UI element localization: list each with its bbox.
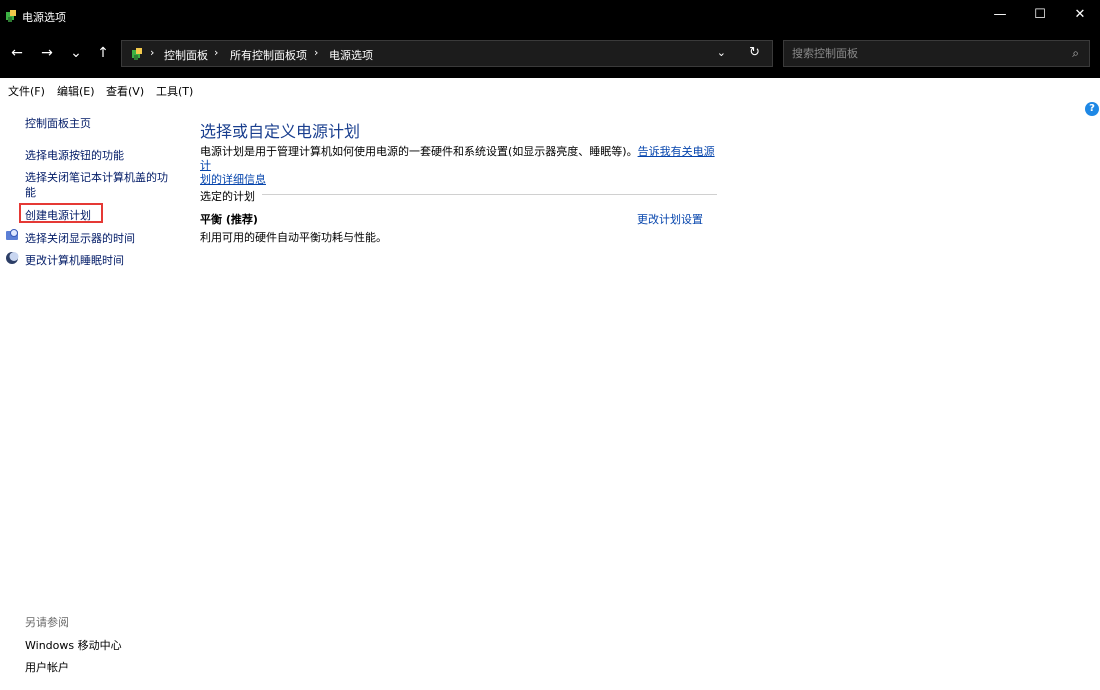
forward-button[interactable]: → (34, 40, 60, 66)
address-bar[interactable]: › 控制面板 › 所有控制面板项 › 电源选项 ⌄ ↻ (121, 40, 773, 67)
highlight-box (19, 203, 103, 223)
breadcrumb-all-items[interactable]: 所有控制面板项 (230, 47, 307, 63)
see-also-label: 另请参阅 (25, 616, 69, 629)
breadcrumb-separator: › (314, 46, 319, 59)
breadcrumb-separator: › (214, 46, 219, 59)
up-button[interactable]: ↑ (90, 40, 116, 66)
sidebar-control-panel-home[interactable]: 控制面板主页 (25, 115, 91, 131)
search-box[interactable]: ⌕ (783, 40, 1090, 67)
breadcrumb-separator: › (150, 46, 155, 59)
power-options-icon (6, 10, 16, 22)
close-button[interactable]: ✕ (1060, 0, 1100, 32)
menu-edit[interactable]: 编辑(E) (57, 83, 95, 99)
sidebar-sleep-time[interactable]: 更改计算机睡眠时间 (25, 252, 124, 268)
see-also-mobility-center[interactable]: Windows 移动中心 (25, 637, 122, 653)
sidebar-lid-close-function[interactable]: 选择关闭笔记本计算机盖的功 (25, 169, 168, 185)
control-panel-icon (132, 48, 142, 60)
recent-locations-button[interactable]: ⌄ (63, 40, 89, 66)
page-description: 电源计划是用于管理计算机如何使用电源的一套硬件和系统设置(如显示器亮度、睡眠等)… (200, 145, 720, 187)
menu-bar: 文件(F) 编辑(E) 查看(V) 工具(T) (0, 78, 1100, 100)
group-divider (262, 194, 717, 195)
title-bar: 电源选项 — ☐ ✕ (0, 0, 1100, 32)
sidebar-display-off-time[interactable]: 选择关闭显示器的时间 (25, 230, 135, 246)
search-input[interactable] (784, 41, 1054, 66)
menu-file[interactable]: 文件(F) (8, 83, 45, 99)
display-timer-icon (6, 229, 18, 240)
minimize-button[interactable]: — (980, 0, 1020, 32)
window-title: 电源选项 (22, 11, 66, 24)
sidebar-power-button-function[interactable]: 选择电源按钮的功能 (25, 147, 124, 163)
menu-view[interactable]: 查看(V) (106, 83, 144, 99)
breadcrumb-power-options[interactable]: 电源选项 (329, 47, 373, 63)
breadcrumb-control-panel[interactable]: 控制面板 (164, 47, 208, 63)
see-also-user-accounts[interactable]: 用户帐户 (25, 659, 69, 675)
menu-tools[interactable]: 工具(T) (156, 83, 193, 99)
sidebar-lid-close-function-cont[interactable]: 能 (25, 184, 36, 200)
address-toolbar: ← → ⌄ ↑ › 控制面板 › 所有控制面板项 › 电源选项 ⌄ ↻ ⌕ (0, 32, 1100, 78)
page-title: 选择或自定义电源计划 (200, 122, 361, 141)
change-plan-settings-link[interactable]: 更改计划设置 (637, 211, 703, 227)
maximize-button[interactable]: ☐ (1020, 0, 1060, 32)
address-dropdown-icon[interactable]: ⌄ (717, 46, 726, 59)
plan-description: 利用可用的硬件自动平衡功耗与性能。 (200, 231, 387, 244)
selected-plan-label: 选定的计划 (200, 190, 255, 203)
back-button[interactable]: ← (4, 40, 30, 66)
plan-name: 平衡 (推荐) (200, 213, 258, 226)
search-icon[interactable]: ⌕ (1072, 46, 1079, 61)
learn-more-link-cont[interactable]: 划的详细信息 (200, 173, 266, 186)
refresh-icon[interactable]: ↻ (749, 45, 760, 60)
sleep-moon-icon (6, 252, 19, 264)
help-icon[interactable]: ? (1085, 102, 1099, 116)
description-text: 电源计划是用于管理计算机如何使用电源的一套硬件和系统设置(如显示器亮度、睡眠等)… (200, 145, 638, 158)
